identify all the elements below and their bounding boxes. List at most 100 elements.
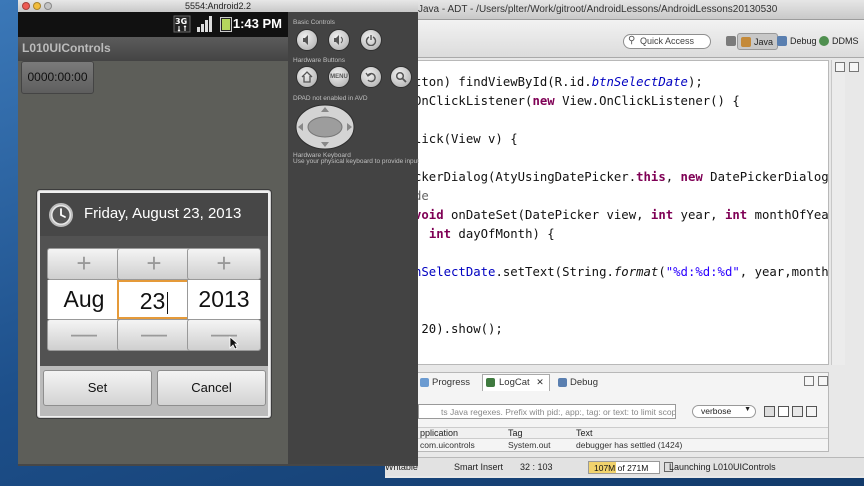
ddms-perspective-icon	[819, 36, 829, 46]
status-launch-message: Launching L010UIControls	[669, 462, 776, 472]
search-button[interactable]	[390, 66, 412, 88]
back-icon	[365, 72, 376, 83]
log-level-value: verbose	[701, 406, 732, 416]
clock-icon	[49, 203, 73, 227]
month-increment-button[interactable]: +	[47, 248, 121, 280]
code-token: "%d:%d:%d"	[665, 265, 740, 279]
year-value[interactable]: 2013	[187, 280, 261, 319]
tab-debug-label: Debug	[570, 377, 598, 388]
month-decrement-button[interactable]: —	[47, 319, 121, 351]
progress-icon	[420, 378, 429, 387]
code-line[interactable]: lick(View v) {	[418, 132, 518, 146]
code-token: new	[680, 170, 703, 184]
mouse-pointer-icon	[229, 336, 239, 350]
log-col-application: pplication	[420, 428, 459, 438]
home-button[interactable]	[296, 66, 318, 88]
status-insert-mode: Smart Insert	[454, 462, 504, 472]
logcat-filter-input[interactable]: ts Java regexes. Prefix with pid:, app:,…	[418, 404, 676, 419]
code-editor[interactable]: tton) findViewById(R.id.btnSelectDate); O…	[417, 60, 829, 365]
scroll-lock-icon[interactable]	[806, 406, 817, 417]
log-table-header: pplication Tag Text	[418, 427, 828, 439]
device-screen[interactable]: 3G 1:43 PM L010UIControls 0000:00:00 Fri…	[18, 12, 288, 464]
code-token: ckerDialog(AtyUsingDatePicker.	[417, 170, 637, 184]
code-line[interactable]: OnClickListener(new View.OnClickListener…	[417, 94, 740, 108]
day-increment-button[interactable]: +	[117, 248, 191, 280]
volume-down-button[interactable]	[296, 29, 318, 51]
maximize-editor-icon[interactable]	[849, 62, 859, 72]
toggle-panel-icon[interactable]	[792, 406, 803, 417]
year-increment-button[interactable]: +	[187, 248, 261, 280]
java-perspective-icon	[741, 37, 751, 47]
code-line[interactable]: int dayOfMonth) {	[418, 227, 555, 241]
code-token: new	[532, 94, 555, 108]
heap-status[interactable]: 107M of 271M	[588, 461, 660, 474]
table-row[interactable]: com.uicontrols System.out debugger has s…	[418, 440, 828, 451]
code-token: 20).show();	[417, 322, 503, 336]
code-token: onDateSet(DatePicker view,	[443, 208, 651, 222]
code-line[interactable]: de	[418, 189, 429, 203]
code-line[interactable]: 20).show();	[417, 322, 503, 336]
close-tab-icon[interactable]: ✕	[536, 377, 544, 387]
code-token: de	[418, 189, 429, 203]
perspective-ddms[interactable]: DDMS	[816, 33, 863, 50]
zoom-window-button[interactable]	[44, 2, 52, 10]
editor-scrollbar[interactable]	[831, 60, 845, 365]
code-line[interactable]: void onDateSet(DatePicker view, int year…	[418, 208, 829, 222]
volume-up-button[interactable]	[328, 29, 350, 51]
power-button[interactable]	[360, 29, 382, 51]
day-value[interactable]: 23	[117, 280, 191, 319]
code-token: this	[636, 170, 666, 184]
day-decrement-button[interactable]: —	[117, 319, 191, 351]
year-value-text: 2013	[198, 286, 250, 312]
debug-icon	[558, 378, 567, 387]
quick-access-field[interactable]: ⚲ Quick Access	[623, 34, 711, 49]
year-decrement-button[interactable]: —	[187, 319, 261, 351]
month-value[interactable]: Aug	[47, 280, 121, 319]
minimize-editor-icon[interactable]	[835, 62, 845, 72]
heap-label: 107M of 271M	[594, 463, 649, 473]
code-line[interactable]: tton) findViewById(R.id.btnSelectDate);	[418, 75, 703, 89]
select-date-button[interactable]: 0000:00:00	[21, 61, 94, 94]
code-line[interactable]: nSelectDate.setText(String.format("%d:%d…	[418, 265, 828, 279]
network-label: 3G	[175, 17, 187, 26]
log-level-select[interactable]: verbose ▼	[692, 405, 756, 418]
perspective-ddms-label: DDMS	[832, 36, 859, 46]
emulator-title: 5554:Android2.2	[184, 1, 252, 11]
perspective-java-label: Java	[754, 37, 774, 47]
search-icon	[395, 71, 407, 83]
perspective-java[interactable]: Java	[737, 33, 779, 50]
log-row-app: com.uicontrols	[420, 440, 475, 450]
tab-logcat[interactable]: LogCat ✕	[482, 374, 550, 391]
minimize-window-button[interactable]	[33, 2, 41, 10]
dpad-control[interactable]	[295, 104, 355, 150]
maximize-panel-icon[interactable]	[818, 376, 828, 386]
logcat-filter-row: ts Java regexes. Prefix with pid:, app:,…	[418, 404, 828, 420]
log-col-text: Text	[576, 428, 593, 438]
month-picker: + Aug —	[47, 248, 121, 351]
logcat-icon	[486, 378, 495, 387]
menu-button[interactable]: MENU	[328, 66, 350, 88]
home-icon	[301, 71, 313, 83]
tab-progress[interactable]: Progress	[420, 377, 470, 388]
day-picker: + 23 —	[117, 248, 191, 351]
minimize-panel-icon[interactable]	[804, 376, 814, 386]
set-button[interactable]: Set	[43, 370, 152, 406]
clear-log-icon[interactable]	[778, 406, 789, 417]
close-window-button[interactable]	[22, 2, 30, 10]
status-clock: 1:43 PM	[232, 16, 282, 31]
log-row-tag: System.out	[508, 440, 551, 450]
save-log-icon[interactable]	[764, 406, 775, 417]
code-token: OnClickListener(	[417, 94, 533, 108]
volume-down-icon	[303, 35, 308, 45]
code-token: monthOfYear,	[754, 208, 829, 222]
dialog-buttons: Set Cancel	[40, 366, 268, 416]
back-button[interactable]	[360, 66, 382, 88]
tab-debug[interactable]: Debug	[558, 377, 598, 388]
code-line[interactable]: ckerDialog(AtyUsingDatePicker.this, new …	[417, 170, 828, 184]
code-token: (	[658, 265, 666, 279]
text-caret	[167, 291, 169, 314]
signal-strength-icon	[197, 16, 212, 32]
perspective-debug[interactable]: Debug	[774, 33, 821, 50]
basic-controls-label: Basic Controls	[293, 19, 335, 26]
cancel-button[interactable]: Cancel	[157, 370, 266, 406]
